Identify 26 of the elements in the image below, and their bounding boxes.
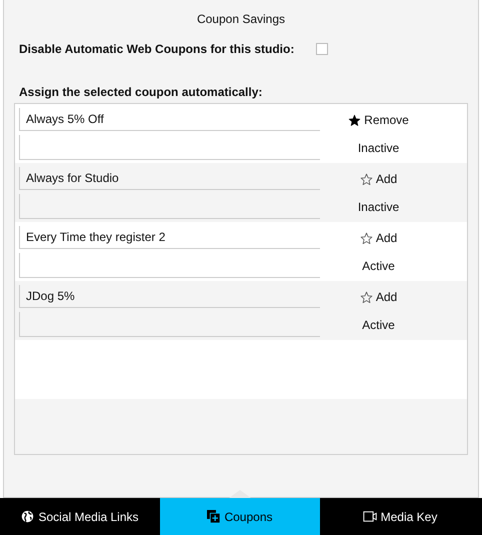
coupon-note-field[interactable] [19, 194, 320, 219]
video-camera-icon [362, 511, 377, 522]
coupon-note-field[interactable] [19, 135, 320, 160]
remove-button[interactable]: Remove [348, 113, 409, 127]
coupon-note-field[interactable] [19, 312, 320, 337]
coupon-row[interactable]: JDog 5% Add Active [15, 281, 467, 340]
coupon-row[interactable]: Always for Studio Add Inactive [15, 163, 467, 222]
coupon-note-field[interactable] [19, 253, 320, 278]
coupon-status: Active [362, 259, 395, 273]
list-heading: Assign the selected coupon automatically: [19, 84, 264, 100]
add-button[interactable]: Add [360, 290, 398, 304]
globe-icon [21, 510, 34, 523]
coupon-name-field[interactable]: Every Time they register 2 [19, 226, 320, 249]
disable-coupons-label: Disable Automatic Web Coupons for this studio: [19, 41, 294, 58]
coupon-status: Active [362, 318, 395, 332]
coupon-name-field[interactable]: Always 5% Off [19, 108, 320, 131]
disable-coupons-checkbox[interactable] [316, 43, 328, 55]
popover-title: Coupon Savings [196, 11, 286, 27]
coupon-status: Inactive [358, 141, 400, 155]
add-button[interactable]: Add [360, 172, 398, 186]
coupon-status: Inactive [358, 200, 400, 214]
add-button[interactable]: Add [360, 231, 398, 245]
coupon-name-field[interactable]: Always for Studio [19, 167, 320, 190]
stacked-plus-icon [207, 510, 220, 523]
tab[interactable]: Coupons [160, 498, 320, 535]
coupon-name-field[interactable]: JDog 5% [19, 285, 320, 308]
